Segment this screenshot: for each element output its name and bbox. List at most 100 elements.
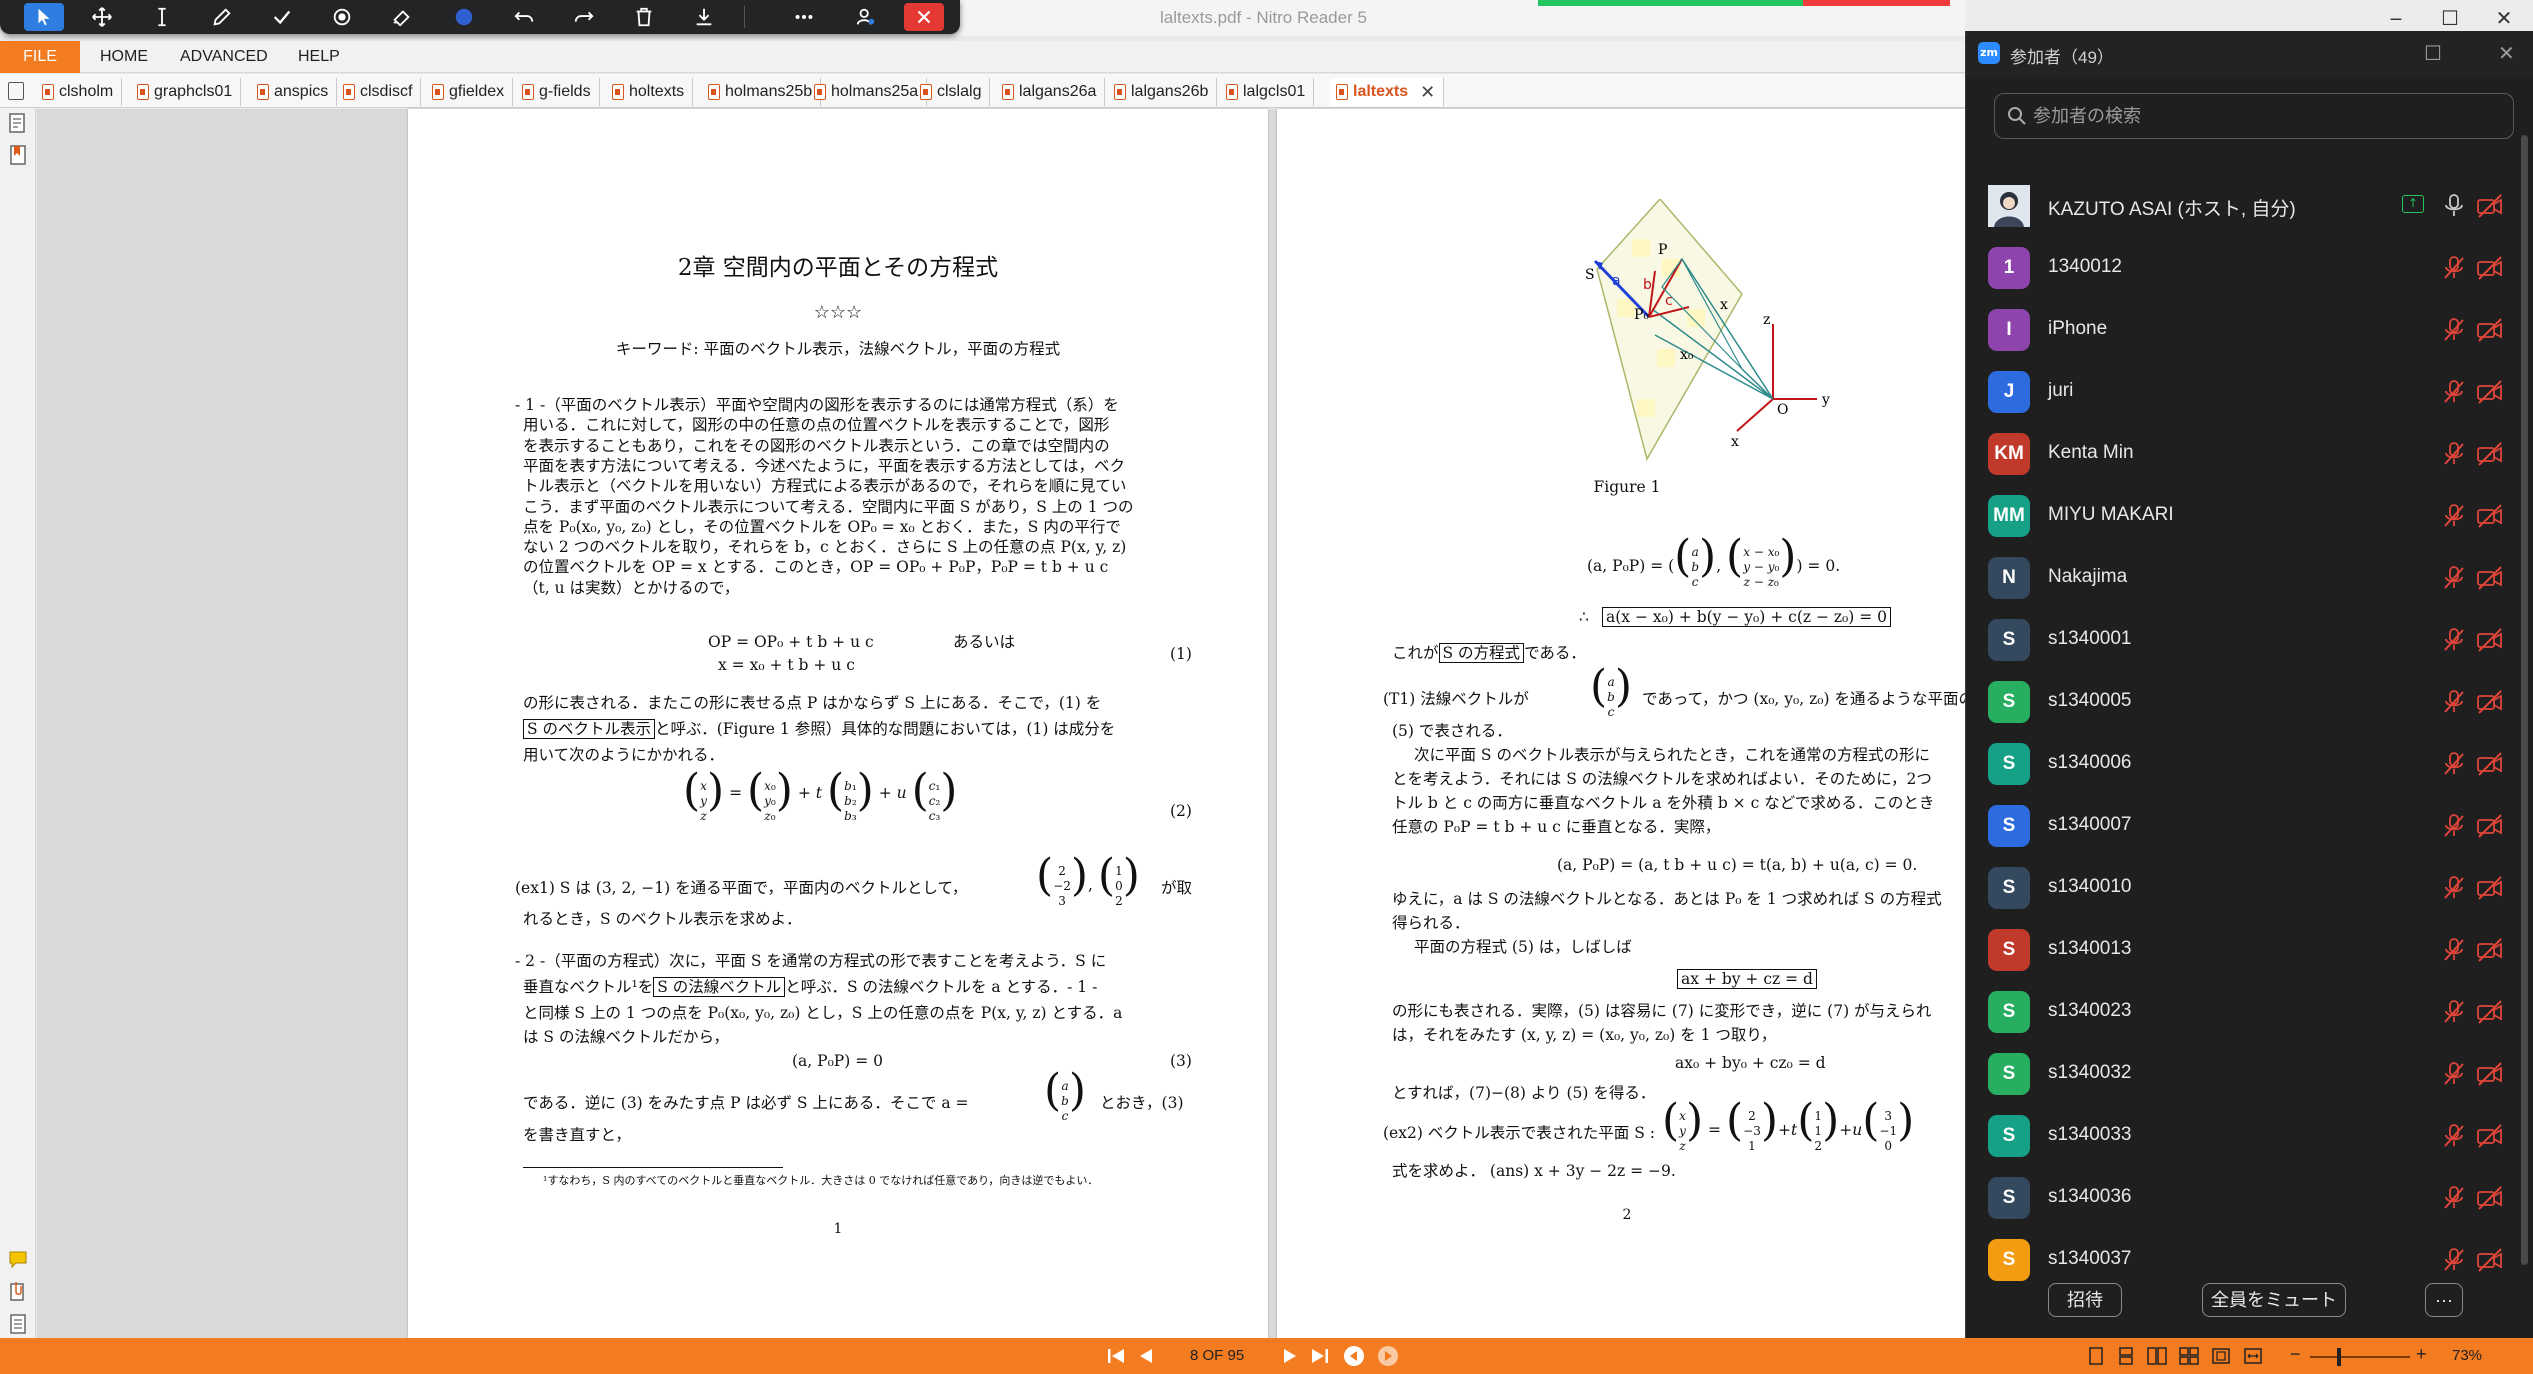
camera-off-icon[interactable] xyxy=(2476,1185,2504,1211)
panel-close-icon[interactable]: ✕ xyxy=(2498,41,2515,65)
redo-icon[interactable] xyxy=(564,3,604,31)
participant-row[interactable]: IiPhone xyxy=(1966,299,2511,361)
close-icon[interactable]: ✕ xyxy=(2486,6,2522,30)
microphone-muted-icon[interactable] xyxy=(2442,1061,2466,1087)
menu-help[interactable]: HELP xyxy=(298,48,340,66)
tab-graphcls01[interactable]: graphcls01 xyxy=(131,78,242,106)
camera-off-icon[interactable] xyxy=(2476,193,2504,219)
participant-annotate-icon[interactable] xyxy=(846,3,886,31)
participant-row[interactable]: Ss1340036 xyxy=(1966,1167,2511,1229)
participant-row[interactable]: Ss1340010 xyxy=(1966,857,2511,919)
microphone-muted-icon[interactable] xyxy=(2442,441,2466,467)
eraser-tool-icon[interactable] xyxy=(382,3,422,31)
tab-clslalg[interactable]: clslalg xyxy=(914,78,991,106)
tab-lalgcls01[interactable]: lalgcls01 xyxy=(1220,78,1315,106)
check-stamp-icon[interactable] xyxy=(262,3,302,31)
zoom-slider-thumb[interactable] xyxy=(2337,1348,2341,1366)
camera-off-icon[interactable] xyxy=(2476,1123,2504,1149)
microphone-muted-icon[interactable] xyxy=(2442,627,2466,653)
participant-row[interactable]: Ss1340006 xyxy=(1966,733,2511,795)
camera-off-icon[interactable] xyxy=(2476,317,2504,343)
facing-continuous-view-icon[interactable] xyxy=(2178,1346,2200,1366)
camera-off-icon[interactable] xyxy=(2476,565,2504,591)
camera-off-icon[interactable] xyxy=(2476,503,2504,529)
single-page-view-icon[interactable] xyxy=(2086,1346,2106,1366)
pointer-tool-icon[interactable] xyxy=(24,3,64,31)
camera-off-icon[interactable] xyxy=(2476,937,2504,963)
search-input[interactable] xyxy=(2033,102,2493,130)
participant-row[interactable]: Jjuri xyxy=(1966,361,2511,423)
pages-panel-icon[interactable] xyxy=(8,112,28,136)
microphone-muted-icon[interactable] xyxy=(2442,503,2466,529)
pen-tool-icon[interactable] xyxy=(202,3,242,31)
participant-row[interactable]: KAZUTO ASAI (ホスト, 自分) ↑ xyxy=(1966,175,2511,237)
microphone-muted-icon[interactable] xyxy=(2442,565,2466,591)
close-annotation-icon[interactable] xyxy=(904,3,944,31)
participant-row[interactable]: Ss1340023 xyxy=(1966,981,2511,1043)
save-download-icon[interactable] xyxy=(684,3,724,31)
first-page-icon[interactable] xyxy=(1104,1346,1128,1366)
zoom-slider-track[interactable] xyxy=(2310,1356,2410,1358)
comments-panel-icon[interactable] xyxy=(8,1248,28,1272)
microphone-muted-icon[interactable] xyxy=(2442,1247,2466,1273)
zoom-in-icon[interactable]: + xyxy=(2416,1344,2427,1365)
microphone-icon[interactable] xyxy=(2442,193,2466,219)
microphone-muted-icon[interactable] xyxy=(2442,999,2466,1025)
menu-file[interactable]: FILE xyxy=(0,41,80,73)
participant-row[interactable]: N Nakajima xyxy=(1966,547,2511,609)
invite-button[interactable]: 招待 xyxy=(2048,1283,2122,1317)
participant-row[interactable]: Ss1340001 xyxy=(1966,609,2511,671)
mute-all-button[interactable]: 全員をミュート xyxy=(2202,1283,2346,1317)
participant-row[interactable]: Ss1340033 xyxy=(1966,1105,2511,1167)
participant-row[interactable]: Ss1340032 xyxy=(1966,1043,2511,1105)
layers-panel-icon[interactable] xyxy=(8,1312,28,1336)
bookmarks-panel-icon[interactable] xyxy=(8,144,28,168)
minimize-icon[interactable]: ‒ xyxy=(2378,6,2414,30)
tab-clsdiscf[interactable]: clsdiscf xyxy=(337,78,422,106)
camera-off-icon[interactable] xyxy=(2476,441,2504,467)
tab-laltexts[interactable]: laltexts ✕ xyxy=(1330,78,1445,106)
attachments-panel-icon[interactable] xyxy=(8,1280,28,1304)
next-page-icon[interactable] xyxy=(1280,1346,1300,1366)
microphone-muted-icon[interactable] xyxy=(2442,255,2466,281)
camera-off-icon[interactable] xyxy=(2476,999,2504,1025)
tab-lalgans26b[interactable]: lalgans26b xyxy=(1108,78,1218,106)
text-tool-icon[interactable] xyxy=(142,3,182,31)
zoom-level[interactable]: 73% xyxy=(2452,1347,2482,1364)
participant-row[interactable]: Ss1340013 xyxy=(1966,919,2511,981)
facing-view-icon[interactable] xyxy=(2146,1346,2168,1366)
camera-off-icon[interactable] xyxy=(2476,689,2504,715)
tab-g-fields[interactable]: g-fields xyxy=(516,78,600,106)
tab-holmans25a[interactable]: holmans25a xyxy=(808,78,928,106)
last-page-icon[interactable] xyxy=(1308,1346,1332,1366)
camera-off-icon[interactable] xyxy=(2476,379,2504,405)
document-viewer[interactable]: 2章 空間内の平面とその方程式 ☆☆☆ キーワード: 平面のベクトル表示，法線ベ… xyxy=(37,109,1989,1338)
more-button[interactable]: ··· xyxy=(2425,1283,2463,1317)
participant-row[interactable]: Ss1340037 xyxy=(1966,1229,2511,1291)
move-tool-icon[interactable] xyxy=(82,3,122,31)
microphone-muted-icon[interactable] xyxy=(2442,1185,2466,1211)
participant-row[interactable]: Ss1340005 xyxy=(1966,671,2511,733)
microphone-muted-icon[interactable] xyxy=(2442,937,2466,963)
menu-home[interactable]: HOME xyxy=(100,48,148,66)
camera-off-icon[interactable] xyxy=(2476,255,2504,281)
zoom-out-icon[interactable]: − xyxy=(2290,1344,2301,1365)
forward-view-icon[interactable] xyxy=(1376,1346,1400,1366)
participant-row[interactable]: MM MIYU MAKARI xyxy=(1966,485,2511,547)
camera-off-icon[interactable] xyxy=(2476,875,2504,901)
document-list-icon[interactable] xyxy=(8,82,24,100)
participant-scrollbar[interactable] xyxy=(2521,135,2528,1265)
participant-row[interactable]: KM Kenta Min xyxy=(1966,423,2511,485)
tab-lalgans26a[interactable]: lalgans26a xyxy=(996,78,1106,106)
tab-close-icon[interactable]: ✕ xyxy=(1420,82,1435,103)
fit-width-icon[interactable] xyxy=(2242,1346,2264,1366)
camera-off-icon[interactable] xyxy=(2476,1247,2504,1273)
more-options-icon[interactable] xyxy=(784,3,824,31)
tab-gfieldex[interactable]: gfieldex xyxy=(426,78,514,106)
maximize-icon[interactable]: ☐ xyxy=(2432,6,2468,30)
microphone-muted-icon[interactable] xyxy=(2442,689,2466,715)
tab-clsholm[interactable]: clsholm xyxy=(36,78,123,106)
microphone-muted-icon[interactable] xyxy=(2442,1123,2466,1149)
microphone-muted-icon[interactable] xyxy=(2442,379,2466,405)
back-view-icon[interactable] xyxy=(1342,1346,1366,1366)
